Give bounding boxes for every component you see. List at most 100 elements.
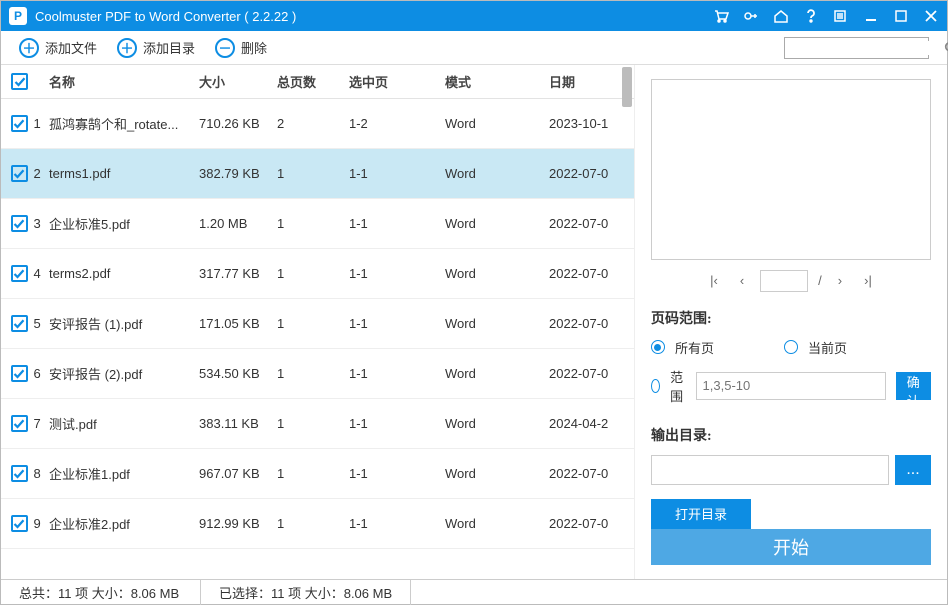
row-pages: 2 [277, 116, 349, 131]
app-title: Coolmuster PDF to Word Converter ( 2.2.2… [35, 9, 713, 24]
close-icon[interactable] [923, 8, 939, 24]
row-date: 2022-07-0 [549, 316, 634, 331]
row-checkbox[interactable] [11, 165, 28, 182]
row-mode: Word [445, 466, 549, 481]
table-row[interactable]: 7测试.pdf383.11 KB11-1Word2024-04-2 [1, 399, 634, 449]
row-index: 3 [34, 216, 49, 231]
row-mode: Word [445, 216, 549, 231]
delete-label: 删除 [241, 38, 267, 57]
key-icon[interactable] [743, 8, 759, 24]
row-checkbox[interactable] [11, 515, 28, 532]
table-body: 1孤鸿寡鹄个和_rotate...710.26 KB21-2Word2023-1… [1, 99, 634, 579]
row-checkbox[interactable] [11, 465, 28, 482]
row-checkbox[interactable] [11, 415, 28, 432]
radio-range[interactable] [651, 379, 660, 393]
row-selected-pages: 1-1 [349, 266, 445, 281]
search-input[interactable] [789, 41, 944, 55]
delete-button[interactable]: － 删除 [215, 38, 267, 58]
add-file-button[interactable]: ＋ 添加文件 [19, 38, 97, 58]
table-row[interactable]: 4terms2.pdf317.77 KB11-1Word2022-07-0 [1, 249, 634, 299]
row-selected-pages: 1-1 [349, 416, 445, 431]
row-selected-pages: 1-1 [349, 366, 445, 381]
menu-icon[interactable] [833, 8, 849, 24]
preview-pane [651, 79, 931, 260]
header-pages[interactable]: 总页数 [277, 72, 349, 91]
scrollbar[interactable] [622, 67, 632, 107]
statusbar: 总共：11 项 大小：8.06 MB 已选择：11 项 大小：8.06 MB [1, 579, 947, 605]
toolbar: ＋ 添加文件 ＋ 添加目录 － 删除 [1, 31, 947, 65]
row-date: 2022-07-0 [549, 216, 634, 231]
confirm-button[interactable]: 确认 [896, 372, 931, 400]
table-row[interactable]: 3企业标准5.pdf1.20 MB11-1Word2022-07-0 [1, 199, 634, 249]
page-input[interactable] [760, 270, 808, 292]
row-pages: 1 [277, 266, 349, 281]
output-dir-input[interactable] [651, 455, 889, 485]
prev-page-icon[interactable]: ‹ [734, 271, 750, 290]
help-icon[interactable] [803, 8, 819, 24]
row-mode: Word [445, 116, 549, 131]
last-page-icon[interactable]: ›| [858, 271, 878, 290]
row-checkbox[interactable] [11, 365, 28, 382]
row-checkbox[interactable] [11, 115, 28, 132]
table-row[interactable]: 8企业标准1.pdf967.07 KB11-1Word2022-07-0 [1, 449, 634, 499]
radio-all-pages[interactable] [651, 340, 665, 354]
row-index: 5 [34, 316, 49, 331]
row-name: 企业标准2.pdf [49, 514, 199, 533]
row-pages: 1 [277, 316, 349, 331]
table-row[interactable]: 9企业标准2.pdf912.99 KB11-1Word2022-07-0 [1, 499, 634, 549]
next-page-icon[interactable]: › [832, 271, 848, 290]
row-size: 171.05 KB [199, 316, 277, 331]
browse-button[interactable]: ... [895, 455, 931, 485]
header-name[interactable]: 名称 [49, 72, 199, 91]
row-size: 382.79 KB [199, 166, 277, 181]
status-selected: 已选择：11 项 大小：8.06 MB [201, 580, 411, 605]
page-range-label: 页码范围: [651, 308, 931, 328]
search-box[interactable] [784, 37, 929, 59]
row-pages: 1 [277, 366, 349, 381]
row-index: 9 [34, 516, 49, 531]
search-icon[interactable] [944, 41, 948, 55]
header-size[interactable]: 大小 [199, 72, 277, 91]
header-selected[interactable]: 选中页 [349, 72, 445, 91]
table-row[interactable]: 6安评报告 (2).pdf534.50 KB11-1Word2022-07-0 [1, 349, 634, 399]
row-size: 967.07 KB [199, 466, 277, 481]
row-checkbox[interactable] [11, 315, 28, 332]
output-dir-label: 输出目录: [651, 425, 931, 445]
table-row[interactable]: 5安评报告 (1).pdf171.05 KB11-1Word2022-07-0 [1, 299, 634, 349]
row-date: 2022-07-0 [549, 166, 634, 181]
row-checkbox[interactable] [11, 215, 28, 232]
row-pages: 1 [277, 216, 349, 231]
cart-icon[interactable] [713, 8, 729, 24]
first-page-icon[interactable]: |‹ [704, 271, 724, 290]
start-button[interactable]: 开始 [651, 529, 931, 565]
row-index: 2 [34, 166, 49, 181]
select-all-checkbox[interactable] [11, 73, 28, 90]
titlebar: P Coolmuster PDF to Word Converter ( 2.2… [1, 1, 947, 31]
maximize-icon[interactable] [893, 8, 909, 24]
row-name: 安评报告 (2).pdf [49, 364, 199, 383]
row-date: 2022-07-0 [549, 466, 634, 481]
open-folder-button[interactable]: 打开目录 [651, 499, 751, 529]
row-pages: 1 [277, 166, 349, 181]
row-size: 383.11 KB [199, 416, 277, 431]
table-row[interactable]: 1孤鸿寡鹄个和_rotate...710.26 KB21-2Word2023-1… [1, 99, 634, 149]
row-index: 8 [34, 466, 49, 481]
row-name: terms2.pdf [49, 266, 199, 281]
table-row[interactable]: 2terms1.pdf382.79 KB11-1Word2022-07-0 [1, 149, 634, 199]
row-date: 2023-10-1 [549, 116, 634, 131]
add-folder-button[interactable]: ＋ 添加目录 [117, 38, 195, 58]
range-input[interactable] [696, 372, 886, 400]
header-mode[interactable]: 模式 [445, 72, 549, 91]
row-size: 912.99 KB [199, 516, 277, 531]
minimize-icon[interactable] [863, 8, 879, 24]
row-checkbox[interactable] [11, 265, 28, 282]
home-icon[interactable] [773, 8, 789, 24]
page-separator: / [818, 273, 822, 288]
row-mode: Word [445, 516, 549, 531]
row-date: 2024-04-2 [549, 416, 634, 431]
radio-current-page[interactable] [784, 340, 798, 354]
row-date: 2022-07-0 [549, 266, 634, 281]
pager: |‹ ‹ / › ›| [651, 270, 931, 292]
radio-current-page-label: 当前页 [808, 338, 847, 357]
add-file-icon: ＋ [19, 38, 39, 58]
